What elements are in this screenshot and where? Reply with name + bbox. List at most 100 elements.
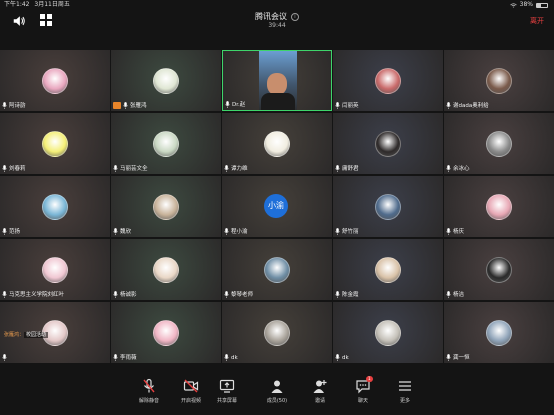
name-tag: Dr.赵 — [225, 100, 245, 108]
participant-tile[interactable]: 舒竹丽 — [333, 176, 443, 237]
participant-name: 杨诚影 — [120, 292, 137, 298]
avatar — [264, 257, 290, 283]
chat-sender: 张雁鸿： — [4, 332, 25, 338]
members-label: 成员(50) — [266, 398, 288, 404]
share-label: 共享屏幕 — [216, 398, 237, 404]
mic-icon — [335, 101, 340, 109]
participant-tile[interactable]: 黎琴老师 — [222, 239, 332, 300]
name-tag: 黎琴老师 — [224, 290, 253, 298]
mic-icon — [2, 290, 7, 298]
participant-tile[interactable]: 杨庆 — [444, 176, 554, 237]
wifi-icon — [509, 2, 517, 8]
meeting-top-bar: 腾讯会议 i 39:44 离开 — [0, 10, 554, 34]
participant-name: dk — [231, 354, 238, 361]
participant-tile[interactable]: 谢dada奥利给 — [444, 50, 554, 111]
name-tag: 魏欣 — [113, 227, 131, 235]
participant-name: 舒竹丽 — [342, 229, 359, 235]
video-label: 开启视频 — [180, 398, 201, 404]
mic-icon — [113, 164, 118, 172]
mic-icon — [224, 354, 229, 361]
meeting-title[interactable]: 腾讯会议 i — [0, 11, 554, 22]
name-tag: 刘春莉 — [2, 164, 26, 172]
avatar — [153, 68, 179, 94]
avatar — [42, 68, 68, 94]
participant-tile[interactable]: 小渝 程小渝 — [222, 176, 332, 237]
participant-tile[interactable]: 闫丽英 — [333, 50, 443, 111]
name-tag: 杨庆 — [446, 227, 464, 235]
mic-icon — [446, 353, 451, 361]
participant-tile[interactable]: 阿诗韵 — [0, 50, 110, 111]
name-tag: 舒竹丽 — [335, 227, 359, 235]
mic-icon — [335, 290, 340, 298]
name-tag: 陈金霞 — [335, 290, 359, 298]
name-tag: dk — [335, 354, 349, 361]
mute-button[interactable]: 解除静音 — [129, 378, 169, 404]
avatar — [375, 257, 401, 283]
participant-name: 谢dada奥利给 — [453, 103, 489, 109]
mic-icon — [335, 227, 340, 235]
participant-tile[interactable]: 杨洁 — [444, 239, 554, 300]
participant-tile[interactable]: Dr.赵 — [222, 50, 332, 111]
leave-button[interactable]: 离开 — [530, 16, 544, 26]
chat-button[interactable]: 1 聊天 — [343, 376, 383, 404]
video-button[interactable]: 开启视频 — [171, 378, 211, 404]
participant-tile[interactable]: 李雨薇 — [111, 302, 221, 363]
participant-name: 余冰心 — [453, 166, 470, 172]
more-button[interactable]: 更多 — [385, 378, 425, 404]
participant-tile[interactable]: 陈金霞 — [333, 239, 443, 300]
participant-tile[interactable]: dk — [222, 302, 332, 363]
participant-tile[interactable]: 张雁鸿 — [111, 50, 221, 111]
participant-name: 谭力维 — [231, 166, 248, 172]
speaker-body — [261, 93, 295, 110]
name-tag: 马丽芸文全 — [113, 164, 148, 172]
participant-tile[interactable]: 余冰心 — [444, 113, 554, 174]
participant-name: 范扬 — [9, 229, 21, 235]
participant-name: 阿诗韵 — [9, 103, 26, 109]
members-button[interactable]: 成员(50) — [257, 378, 297, 404]
chat-label: 聊天 — [357, 398, 368, 404]
name-tag: 李雨薇 — [113, 353, 137, 361]
participant-tile[interactable]: 龚一恒 — [444, 302, 554, 363]
info-icon[interactable]: i — [291, 13, 299, 21]
participant-tile[interactable]: 马克思主义学院刘红叶 — [0, 239, 110, 300]
participant-name: 杨洁 — [453, 292, 465, 298]
mic-muted-icon — [129, 378, 169, 394]
status-bar: 下午1:42 3月11日周五 38% — [0, 0, 554, 10]
participant-tile[interactable]: 魏欣 — [111, 176, 221, 237]
mic-icon — [446, 290, 451, 298]
share-button[interactable]: 共享屏幕 — [207, 378, 247, 404]
name-tag: 马克思主义学院刘红叶 — [2, 290, 64, 298]
avatar — [153, 257, 179, 283]
status-right: 38% — [509, 0, 548, 10]
mic-icon — [446, 227, 451, 235]
name-tag: 谭力维 — [224, 164, 248, 172]
video-feed — [259, 51, 297, 110]
participant-tile[interactable]: 刘春莉 — [0, 113, 110, 174]
mic-icon — [113, 227, 118, 235]
mic-icon — [2, 164, 7, 172]
battery-icon — [536, 2, 548, 8]
mic-icon — [225, 100, 230, 108]
participant-tile[interactable]: 庸舒君 — [333, 113, 443, 174]
invite-button[interactable]: 邀请 — [300, 378, 340, 404]
name-tag: 庸舒君 — [335, 164, 359, 172]
participant-tile[interactable]: 杨诚影 — [111, 239, 221, 300]
name-tag: 杨诚影 — [113, 290, 137, 298]
invite-label: 邀请 — [314, 398, 325, 404]
participant-name: 陈金霞 — [342, 292, 359, 298]
mute-label: 解除静音 — [138, 398, 159, 404]
mic-icon — [2, 354, 7, 361]
participant-name: 马丽芸文全 — [120, 166, 148, 172]
avatar — [264, 131, 290, 157]
meeting-timer: 39:44 — [268, 22, 286, 29]
participant-tile[interactable]: 马丽芸文全 — [111, 113, 221, 174]
date: 3月11日周五 — [34, 1, 70, 8]
avatar — [153, 320, 179, 346]
more-label: 更多 — [399, 398, 410, 404]
participant-name: 张雁鸿 — [130, 103, 147, 109]
participant-tile[interactable]: 张雁鸿： 校园活动 — [0, 302, 110, 363]
participant-tile[interactable]: 谭力维 — [222, 113, 332, 174]
participant-tile[interactable]: dk — [333, 302, 443, 363]
participant-name: 黎琴老师 — [231, 292, 254, 298]
participant-tile[interactable]: 范扬 — [0, 176, 110, 237]
